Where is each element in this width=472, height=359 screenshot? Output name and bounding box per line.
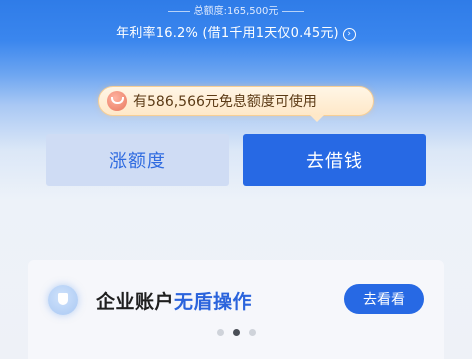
borrow-button[interactable]: 去借钱 (243, 134, 426, 186)
carousel-indicator (28, 329, 444, 336)
rate-info[interactable]: 年利率16.2% (借1千用1天仅0.45元) › (0, 22, 472, 41)
banner-title-main: 企业账户 (96, 291, 175, 313)
view-button[interactable]: 去看看 (344, 284, 424, 314)
chevron-right-circle-icon[interactable]: › (342, 28, 356, 41)
interest-free-text: 有586,566元免息额度可使用 (133, 94, 317, 110)
carousel-dot-active[interactable] (232, 329, 240, 336)
banner-title: 企业账户无盾操作 (96, 287, 252, 314)
interest-free-badge: 有586,566元免息额度可使用 (98, 86, 374, 116)
total-quota: 总额度:165,500元 (0, 2, 472, 17)
banner-title-accent: 无盾操作 (174, 291, 253, 313)
promo-banner[interactable]: 企业账户无盾操作 去看看 (28, 260, 444, 359)
raise-quota-button[interactable]: 涨额度 (46, 134, 229, 186)
carousel-dot[interactable] (248, 329, 256, 336)
rate-text: 年利率16.2% (借1千用1天仅0.45元) (116, 26, 339, 41)
divider (282, 10, 305, 12)
coin-icon (107, 91, 127, 111)
total-quota-text: 总额度:165,500元 (193, 6, 279, 17)
shield-icon (48, 285, 78, 315)
divider (167, 10, 190, 12)
carousel-dot[interactable] (216, 329, 224, 336)
badge-pointer (310, 115, 324, 122)
